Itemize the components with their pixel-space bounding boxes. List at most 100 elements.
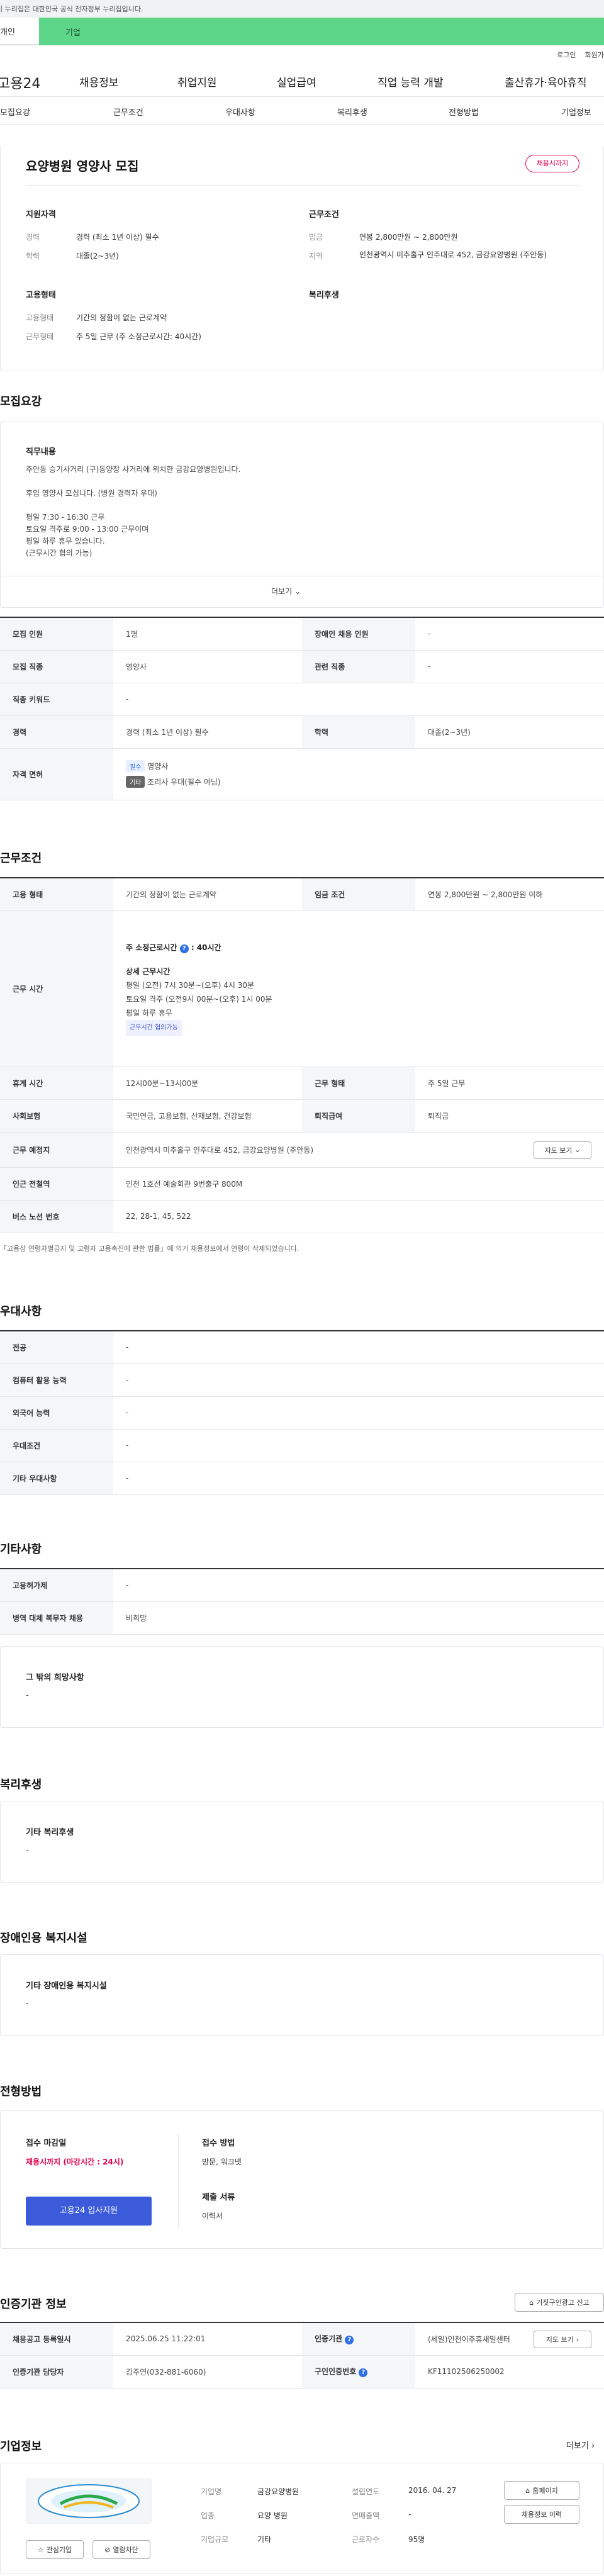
map-button-label: 지도 보기: [544, 1146, 573, 1155]
recruit-table: 모집 인원 1명 장애인 채용 인원 - 모집 직종 영양사 관련 직종 - 직…: [0, 617, 604, 800]
block-button-label: 열람차단: [113, 2546, 138, 2554]
fav-company-button[interactable]: ☆ 관심기업: [26, 2540, 84, 2559]
welfare-summary-title: 복리후생: [309, 291, 339, 300]
hours-negotiable-badge: 근무시간 협의가능: [126, 1020, 182, 1036]
login-link[interactable]: 로그인: [557, 50, 576, 60]
gnb-menu-training[interactable]: 직업 능력 개발: [378, 74, 444, 89]
tab-business[interactable]: 기업: [39, 18, 604, 45]
disability-box-value: -: [26, 1999, 29, 2008]
signup-link[interactable]: 회원가입: [585, 50, 604, 60]
other-wish-box: 그 밖의 희망사항 -: [0, 1646, 604, 1728]
subnav-process[interactable]: 전형방법: [449, 106, 479, 118]
method-label: 접수 방법: [202, 2139, 235, 2148]
info-icon[interactable]: ?: [359, 2368, 368, 2377]
cond-wage-value: 연봉 2,800만원 ~ 2,800만원 이하: [415, 878, 604, 911]
subnav-preference[interactable]: 우대사항: [225, 106, 255, 118]
company-more-label: 더보기: [566, 2441, 589, 2451]
table-row: 직종 키워드 -: [0, 683, 604, 716]
reqno-label: 구인인증번호 ?: [302, 2355, 415, 2388]
gnb-menu-support[interactable]: 취업지원: [177, 74, 217, 89]
company-more-link[interactable]: 더보기 ›: [566, 2439, 595, 2451]
cert-value-text: (세일)인천이주휴새일센터: [428, 2334, 510, 2344]
cert-label-text: 인증기관: [315, 2334, 343, 2344]
info-icon[interactable]: ?: [179, 944, 189, 953]
table-row: 모집 인원 1명 장애인 채용 인원 -: [0, 617, 604, 651]
headcount-label: 모집 인원: [0, 617, 113, 651]
tab-personal[interactable]: 개인: [0, 18, 39, 45]
cond-retire-label: 퇴직급여: [302, 1099, 415, 1133]
pref-value: -: [113, 1429, 604, 1462]
gnb-menu-leave[interactable]: 출산휴가·육아휴직: [505, 74, 587, 89]
chevron-down-icon: ⌄: [574, 1146, 581, 1154]
jobs-history-button[interactable]: 채용정보 이력: [504, 2505, 579, 2524]
pref-value: -: [113, 1331, 604, 1364]
reg-label: 채용공고 등록일시: [0, 2322, 113, 2356]
cond-place-label: 근무 예정지: [0, 1132, 113, 1168]
gnb-menu-jobs[interactable]: 채용정보: [79, 74, 119, 89]
duty-line: 토요일 격주로 9:00 - 13:00 근무이며: [26, 525, 149, 534]
table-row: 외국어 능력 -: [0, 1396, 604, 1430]
emp-type-label: 고용형태: [26, 313, 54, 322]
hours-line: 토요일 격주 (오전9시 00분~(오후) 1시 00분: [126, 995, 272, 1004]
company-industry-value: 요양 병원: [257, 2511, 288, 2520]
company-staff-label: 근로자수: [352, 2535, 380, 2544]
emp-title: 고용형태: [26, 291, 56, 300]
disability-box: 기타 장애인용 복지시설 -: [0, 1954, 604, 2036]
table-row: 모집 직종 영양사 관련 직종 -: [0, 650, 604, 683]
contact-value: 김주연(032-881-6060): [113, 2355, 302, 2388]
agency-map-button[interactable]: 지도 보기 ›: [534, 2331, 591, 2348]
disabled-value: -: [415, 617, 604, 651]
welfare-box: 기타 복리후생 -: [0, 1801, 604, 1883]
job-summary-card: 요양병원 영양사 모집 채용시까지 지원자격 경력 경력 (최소 1년 이상) …: [0, 145, 604, 371]
chevron-right-icon: ›: [576, 2335, 579, 2344]
company-section-title: 기업정보: [0, 2440, 42, 2453]
company-found-value: 2016. 04. 27: [408, 2486, 457, 2495]
deadline-value: 채용시까지 (마감시간 : 24시): [26, 2158, 124, 2166]
site-logo[interactable]: 고용24: [0, 72, 40, 92]
license-label: 자격 면허: [0, 748, 113, 800]
report-button-label: 거짓구인광고 신고: [536, 2299, 590, 2307]
gnb-menu-benefit[interactable]: 실업급여: [277, 74, 316, 89]
process-section-title: 전형방법: [0, 2085, 42, 2098]
tab-personal-label: 개인: [0, 27, 15, 37]
pref-label: 전공: [0, 1331, 113, 1364]
page-root: 이 누리집은 대한민국 공식 전자정부 누리집입니다. 개인 기업 로그인 회원…: [0, 0, 604, 2576]
pref-label: 컴퓨터 활용 능력: [0, 1364, 113, 1397]
duty-more-button[interactable]: 더보기 ⌄: [271, 586, 301, 596]
more-label: 더보기: [271, 587, 293, 596]
apply-button[interactable]: 고용24 입사지원: [26, 2197, 152, 2226]
block-icon: ⊘: [104, 2545, 111, 2554]
table-row: 기타 우대사항 -: [0, 1462, 604, 1495]
license-preferred-value: 조리사 우대(필수 아님): [147, 778, 221, 787]
reqno-value: KF11102506250002: [415, 2355, 604, 2388]
cond-break-label: 휴게 시간: [0, 1067, 113, 1100]
company-size-label: 기업규모: [201, 2535, 229, 2544]
member-type-tabs: 개인 기업: [0, 18, 604, 45]
map-view-button[interactable]: 지도 보기 ⌄: [534, 1141, 591, 1159]
other-value: -: [113, 1569, 604, 1602]
license-value: 필수 영양사 기타 조리사 우대(필수 아님): [113, 748, 604, 800]
other-badge: 기타: [126, 776, 145, 788]
table-row: 전공 -: [0, 1331, 604, 1364]
welfare-section-title: 복리후생: [0, 1778, 42, 1791]
related-value: -: [415, 650, 604, 683]
pref-value: -: [113, 1364, 604, 1397]
edu-row-value: 대졸(2~3년): [415, 715, 604, 749]
report-fake-ad-button[interactable]: ⌂ 거짓구인광고 신고: [515, 2293, 604, 2312]
subnav-recruit[interactable]: 모집요강: [0, 106, 30, 118]
homepage-button[interactable]: ⌂ 홈페이지: [504, 2481, 579, 2500]
welfare-box-value: -: [26, 1845, 29, 1855]
company-name-value: 금강요양병원: [257, 2487, 299, 2496]
required-badge: 필수: [126, 760, 145, 772]
subnav-conditions[interactable]: 근무조건: [113, 106, 143, 118]
subnav-welfare[interactable]: 복리후생: [337, 106, 367, 118]
duty-card: 직무내용 주안동 승기사거리 (구)동양장 사거리에 위치한 금강요양병원입니다…: [0, 422, 604, 608]
duty-line: 주안동 승기사거리 (구)동양장 사거리에 위치한 금강요양병원입니다.: [26, 465, 241, 474]
place-text: 인천광역시 미추홀구 인주대로 452, 금강요양병원 (주안동): [126, 1145, 314, 1155]
info-icon[interactable]: ?: [345, 2336, 354, 2345]
pref-label: 우대조건: [0, 1429, 113, 1462]
subnav-company[interactable]: 기업정보: [561, 106, 591, 118]
block-company-button[interactable]: ⊘ 열람차단: [92, 2540, 150, 2559]
edu-row-label: 학력: [302, 715, 415, 749]
cond-insurance-label: 사회보험: [0, 1099, 113, 1133]
